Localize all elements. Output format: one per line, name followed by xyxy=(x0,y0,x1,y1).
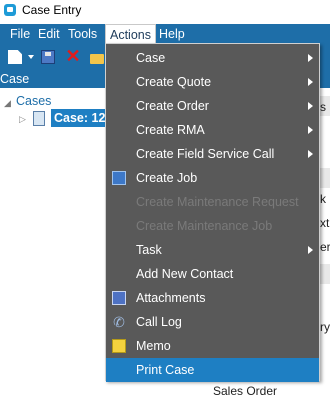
job-icon xyxy=(112,171,126,185)
tree-root-cases[interactable]: Cases xyxy=(16,94,51,108)
save-icon[interactable] xyxy=(41,50,55,64)
tree-item-selected-case[interactable]: Case: 12 xyxy=(51,109,107,127)
menu-actions[interactable]: Actions xyxy=(105,24,156,45)
menu-item-case[interactable]: Case xyxy=(106,46,319,70)
attachments-icon xyxy=(112,291,126,305)
new-document-icon[interactable] xyxy=(8,50,22,64)
submenu-arrow-icon xyxy=(308,126,313,134)
menu-item-create-order[interactable]: Create Order xyxy=(106,94,319,118)
submenu-arrow-icon xyxy=(308,54,313,62)
panel-header-label: Case xyxy=(0,72,30,86)
case-icon xyxy=(33,111,45,126)
text-fragment: xt xyxy=(320,216,330,230)
menu-help[interactable]: Help xyxy=(155,24,189,44)
submenu-arrow-icon xyxy=(308,102,313,110)
section-bar xyxy=(319,264,330,284)
submenu-arrow-icon xyxy=(308,246,313,254)
section-bar xyxy=(319,168,330,188)
call-log-icon: ✆ xyxy=(113,314,125,330)
submenu-arrow-icon xyxy=(308,78,313,86)
menu-item-attachments[interactable]: Attachments xyxy=(106,286,319,310)
menu-bar: File Edit Tools Actions Help xyxy=(0,24,330,45)
delete-icon[interactable]: ✕ xyxy=(64,47,82,65)
menu-item-add-new-contact[interactable]: Add New Contact xyxy=(106,262,319,286)
text-fragment: ry xyxy=(320,320,330,334)
menu-tools[interactable]: Tools xyxy=(64,24,101,44)
menu-item-create-quote[interactable]: Create Quote xyxy=(106,70,319,94)
dropdown-arrow-icon[interactable] xyxy=(28,55,34,59)
menu-item-task[interactable]: Task xyxy=(106,238,319,262)
collapse-icon[interactable]: ◢ xyxy=(4,98,11,109)
menu-item-create-job[interactable]: Create Job xyxy=(106,166,319,190)
menu-item-create-rma[interactable]: Create RMA xyxy=(106,118,319,142)
actions-dropdown: Case Create Quote Create Order Create RM… xyxy=(105,43,320,382)
text-fragment: er xyxy=(320,240,330,254)
text-fragment: k xyxy=(320,192,326,206)
folder-icon[interactable] xyxy=(90,54,104,64)
text-fragment: s xyxy=(320,100,326,114)
right-panel-fragment: s k xt er ry xyxy=(319,88,330,396)
menu-edit[interactable]: Edit xyxy=(34,24,64,44)
submenu-arrow-icon xyxy=(308,150,313,158)
window-title: Case Entry xyxy=(22,3,82,17)
case-tree: ◢ Cases ▷ Case: 12 xyxy=(0,88,110,396)
expand-icon[interactable]: ▷ xyxy=(19,114,26,125)
menu-item-call-log[interactable]: ✆ Call Log xyxy=(106,310,319,334)
title-bar: Case Entry xyxy=(0,0,330,20)
menu-item-print-case[interactable]: Print Case xyxy=(106,358,319,382)
menu-item-create-maintenance-job: Create Maintenance Job xyxy=(136,219,273,233)
menu-item-create-field-service-call[interactable]: Create Field Service Call xyxy=(106,142,319,166)
memo-icon xyxy=(112,339,126,353)
menu-file[interactable]: File xyxy=(6,24,34,44)
menu-item-create-maintenance-request: Create Maintenance Request xyxy=(136,195,299,209)
menu-item-memo[interactable]: Memo xyxy=(106,334,319,358)
app-icon xyxy=(4,4,16,16)
